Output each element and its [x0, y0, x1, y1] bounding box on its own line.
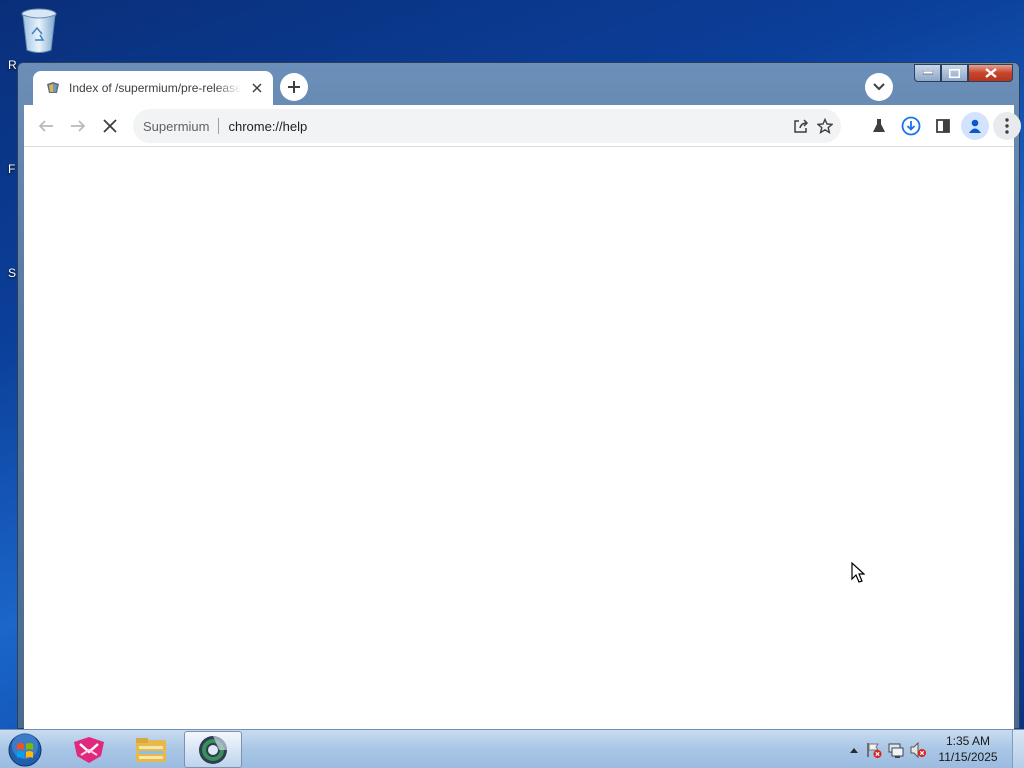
clock-date: 11/15/2025 — [938, 750, 998, 764]
tab-title: Index of /supermium/pre-release — [69, 81, 241, 95]
clock-time: 1:35 AM — [945, 734, 991, 748]
supermium-browser-icon[interactable] — [184, 731, 242, 768]
new-tab-button[interactable] — [280, 73, 308, 101]
vpn-app-icon[interactable] — [60, 731, 118, 768]
browser-toolbar: Supermium chrome://help — [24, 105, 1021, 147]
desktop-label-fragment: R — [8, 58, 17, 72]
volume-muted-icon[interactable] — [909, 741, 927, 759]
close-icon[interactable] — [249, 80, 265, 96]
file-explorer-icon[interactable] — [122, 731, 180, 768]
download-icon[interactable] — [897, 112, 925, 140]
address-bar[interactable]: Supermium chrome://help — [133, 109, 841, 143]
mouse-pointer-icon — [851, 561, 866, 588]
labs-flask-icon[interactable] — [865, 112, 893, 140]
system-tray: 1:35 AM 11/15/2025 — [839, 730, 1024, 768]
browser-tab[interactable]: Index of /supermium/pre-release — [33, 71, 273, 105]
omnibox-chip: Supermium — [143, 118, 210, 134]
profile-icon[interactable] — [961, 112, 989, 140]
close-window-button[interactable] — [968, 64, 1013, 82]
back-arrow-icon[interactable] — [32, 112, 60, 140]
tab-search-button[interactable] — [865, 73, 893, 101]
url-text[interactable]: chrome://help — [228, 119, 307, 134]
omnibox-separator — [218, 118, 220, 134]
maximize-button[interactable] — [941, 64, 968, 82]
action-center-flag-icon[interactable] — [865, 741, 883, 759]
browser-window: Index of /supermium/pre-release Supermiu… — [17, 62, 1021, 729]
menu-kebab-icon[interactable] — [993, 112, 1021, 140]
show-hidden-icons-arrow[interactable] — [845, 741, 863, 759]
page-content — [24, 147, 1014, 729]
stop-loading-icon[interactable] — [96, 112, 124, 140]
side-panel-icon[interactable] — [929, 112, 957, 140]
desktop-label-fragment: F — [8, 162, 16, 176]
forward-arrow-icon[interactable] — [64, 112, 92, 140]
bookmark-star-icon[interactable] — [811, 112, 839, 140]
taskbar: 1:35 AM 11/15/2025 — [0, 729, 1024, 768]
start-orb[interactable] — [4, 731, 46, 768]
supermium-favicon — [45, 80, 61, 96]
desktop-label-fragment: S — [8, 266, 17, 280]
network-icon[interactable] — [887, 741, 905, 759]
taskbar-clock[interactable]: 1:35 AM 11/15/2025 — [929, 733, 1007, 765]
minimize-button[interactable] — [914, 64, 941, 82]
show-desktop-button[interactable] — [1012, 730, 1024, 768]
window-controls — [914, 64, 1013, 82]
recycle-bin-icon[interactable] — [18, 6, 60, 56]
